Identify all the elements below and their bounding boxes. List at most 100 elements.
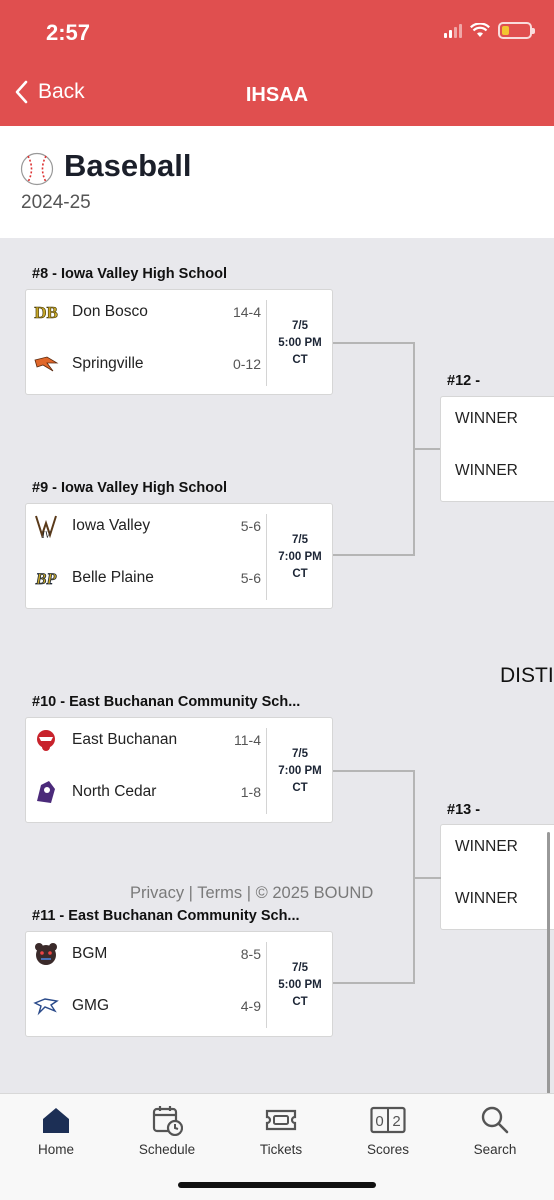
- team-record: 11-4: [234, 732, 261, 748]
- team-row[interactable]: East Buchanan 11-4: [26, 725, 266, 755]
- game-timezone: CT: [292, 354, 308, 366]
- team-row[interactable]: BP Belle Plaine 5-6: [26, 563, 266, 593]
- bracket-connector: [333, 770, 415, 772]
- battery-icon: [498, 22, 535, 39]
- status-icons: [444, 22, 535, 39]
- tab-label: Tickets: [259, 1142, 303, 1157]
- tab-schedule[interactable]: Schedule: [122, 1104, 212, 1157]
- baseball-icon: [20, 152, 54, 186]
- game-10-card[interactable]: East Buchanan 11-4 North Cedar 1-8 7/5 7…: [25, 717, 333, 823]
- team-record: 4-9: [240, 998, 261, 1014]
- sport-title-section: Baseball 2024-25: [0, 126, 554, 238]
- team-name: Belle Plaine: [72, 569, 154, 586]
- home-icon: [43, 1108, 69, 1133]
- svg-text:DB: DB: [34, 303, 58, 322]
- team-name: Don Bosco: [72, 303, 148, 320]
- game-timezone: CT: [292, 782, 308, 794]
- status-time: 2:57: [46, 20, 91, 45]
- team-name: GMG: [72, 997, 110, 1014]
- team-record: 1-8: [240, 784, 261, 800]
- game-timezone: CT: [292, 996, 308, 1008]
- springville-logo: [33, 351, 59, 377]
- game-9-card[interactable]: IV Iowa Valley 5-6 BP Belle Plaine 5-6 7…: [25, 503, 333, 609]
- bracket-connector: [333, 342, 415, 344]
- bracket-connector: [413, 877, 441, 879]
- team-name: Springville: [72, 355, 144, 372]
- bgm-logo: [33, 941, 59, 967]
- team-name: Iowa Valley: [72, 517, 151, 534]
- team-record: 8-5: [240, 946, 261, 962]
- team-row[interactable]: BGM 8-5: [26, 939, 266, 969]
- game-8-header: #8 - Iowa Valley High School: [32, 266, 227, 282]
- game-8-card[interactable]: DB Don Bosco 14-4 Springville 0-12 7/5 5…: [25, 289, 333, 395]
- team-record: 0-12: [232, 356, 261, 372]
- game-timezone: CT: [292, 568, 308, 580]
- svg-text:IV: IV: [41, 530, 52, 539]
- game-clock: 5:00 PM: [278, 979, 322, 991]
- winner-slot: WINNER: [455, 838, 518, 855]
- iowa-valley-logo: IV: [33, 513, 59, 539]
- game-time: 7/5 5:00 PM CT: [267, 960, 333, 1011]
- wifi-icon: [470, 23, 490, 37]
- tab-search[interactable]: Search: [450, 1104, 540, 1157]
- team-record: 5-6: [240, 570, 261, 586]
- team-name: North Cedar: [72, 783, 157, 800]
- svg-text:0: 0: [375, 1113, 383, 1130]
- gmg-logo: [33, 993, 59, 1019]
- game-11-card[interactable]: BGM 8-5 GMG 4-9 7/5 5:00 PM CT: [25, 931, 333, 1037]
- team-record: 14-4: [232, 304, 261, 320]
- winner-slot: WINNER: [455, 890, 518, 907]
- team-row[interactable]: GMG 4-9: [26, 991, 266, 1021]
- svg-text:2: 2: [392, 1113, 400, 1130]
- team-name: BGM: [72, 945, 108, 962]
- sport-title: Baseball: [64, 148, 192, 183]
- tab-home[interactable]: Home: [11, 1104, 101, 1157]
- winner-slot: WINNER: [455, 410, 518, 427]
- tab-label: Scores: [366, 1142, 410, 1157]
- game-time: 7/5 5:00 PM CT: [267, 318, 333, 369]
- ticket-icon: [265, 1109, 297, 1131]
- game-clock: 5:00 PM: [278, 337, 322, 349]
- team-record: 5-6: [240, 518, 261, 534]
- game-clock: 7:00 PM: [278, 551, 322, 563]
- team-row[interactable]: Springville 0-12: [26, 349, 266, 379]
- team-row[interactable]: IV Iowa Valley 5-6: [26, 511, 266, 541]
- game-time: 7/5 7:00 PM CT: [267, 746, 333, 797]
- page-header-title: IHSAA: [245, 84, 309, 106]
- signal-icon: [444, 23, 462, 38]
- don-bosco-logo: DB: [33, 299, 59, 325]
- winner-slot: WINNER: [455, 462, 518, 479]
- tab-tickets[interactable]: Tickets: [236, 1104, 326, 1157]
- game-12-header: #12 -: [447, 373, 481, 389]
- svg-text:BP: BP: [35, 571, 57, 588]
- scoreboard-icon: 02: [370, 1106, 406, 1134]
- footer-links[interactable]: Privacy | Terms | © 2025 BOUND: [130, 884, 373, 903]
- tab-label: Search: [473, 1142, 517, 1157]
- game-date: 7/5: [292, 748, 308, 760]
- game-13-header: #13 -: [447, 802, 481, 818]
- season-label: 2024-25: [21, 192, 91, 213]
- team-row[interactable]: DB Don Bosco 14-4: [26, 297, 266, 327]
- game-10-header: #10 - East Buchanan Community Sch...: [32, 694, 301, 710]
- tab-label: Schedule: [138, 1142, 196, 1157]
- district-label: DISTI: [500, 664, 554, 687]
- game-9-header: #9 - Iowa Valley High School: [32, 480, 227, 496]
- bracket-connector: [333, 982, 415, 984]
- bracket-connector: [333, 554, 415, 556]
- north-cedar-logo: [33, 779, 59, 805]
- calendar-clock-icon: [152, 1106, 183, 1136]
- game-date: 7/5: [292, 534, 308, 546]
- team-name: East Buchanan: [72, 731, 178, 748]
- game-13-card[interactable]: WINNER WINNER: [440, 824, 554, 930]
- belle-plaine-logo: BP: [33, 565, 59, 591]
- game-date: 7/5: [292, 962, 308, 974]
- tab-scores[interactable]: 02 Scores: [343, 1104, 433, 1157]
- game-date: 7/5: [292, 320, 308, 332]
- game-11-header: #11 - East Buchanan Community Sch...: [32, 908, 300, 924]
- search-icon: [481, 1106, 509, 1134]
- scrollbar[interactable]: [547, 832, 550, 1094]
- game-clock: 7:00 PM: [278, 765, 322, 777]
- app-header: 2:57 Back IHSAA: [0, 0, 554, 126]
- team-row[interactable]: North Cedar 1-8: [26, 777, 266, 807]
- game-12-card[interactable]: WINNER WINNER: [440, 396, 554, 502]
